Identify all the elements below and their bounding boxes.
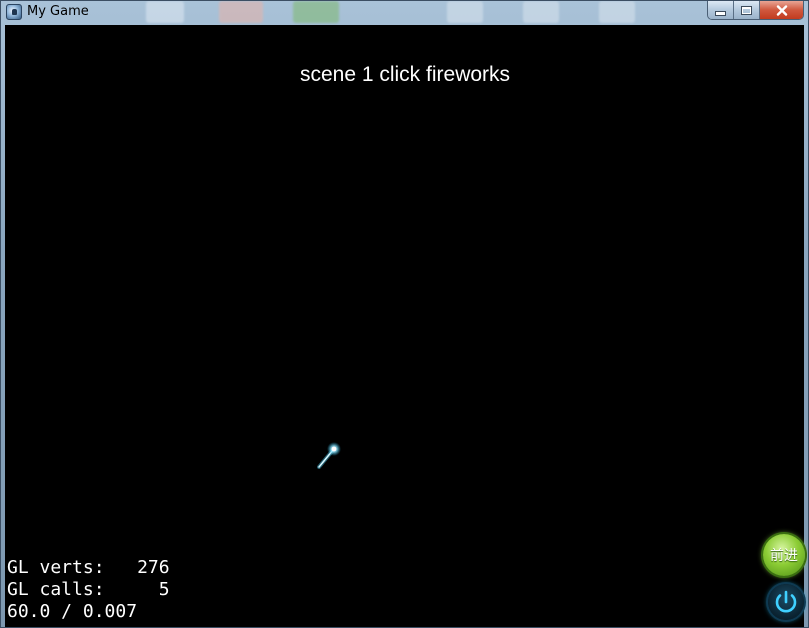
next-scene-button[interactable]: 前进	[763, 534, 805, 576]
scene-title: scene 1 click fireworks	[299, 63, 511, 86]
next-scene-label: 前进	[770, 548, 798, 564]
gl-calls-label: GL calls:	[7, 579, 105, 600]
gl-verts-label: GL verts:	[7, 557, 105, 578]
game-canvas[interactable]: scene 1 click fireworks GL verts: 276 GL…	[5, 25, 805, 627]
debug-stats: GL verts: 276 GL calls: 5 60.0 / 0.007	[7, 557, 170, 623]
minimize-icon	[715, 10, 726, 16]
gl-calls-value: 5	[158, 579, 170, 600]
title-bar[interactable]: My Game	[1, 1, 808, 25]
close-button[interactable]	[760, 1, 803, 19]
maximize-button[interactable]	[734, 1, 760, 19]
gl-verts-value: 276	[137, 557, 170, 578]
quit-button[interactable]	[768, 584, 804, 620]
app-icon	[6, 4, 22, 20]
firework-rocket	[317, 442, 341, 469]
close-icon	[776, 4, 787, 16]
minimize-button[interactable]	[708, 1, 734, 19]
window-controls	[707, 1, 804, 20]
fps-readout: 60.0 / 0.007	[7, 601, 138, 622]
game-window: My Game scene 1 click fireworks GL verts…	[0, 0, 809, 628]
window-title: My Game	[27, 4, 89, 19]
maximize-icon	[741, 5, 752, 15]
power-icon	[775, 590, 797, 613]
